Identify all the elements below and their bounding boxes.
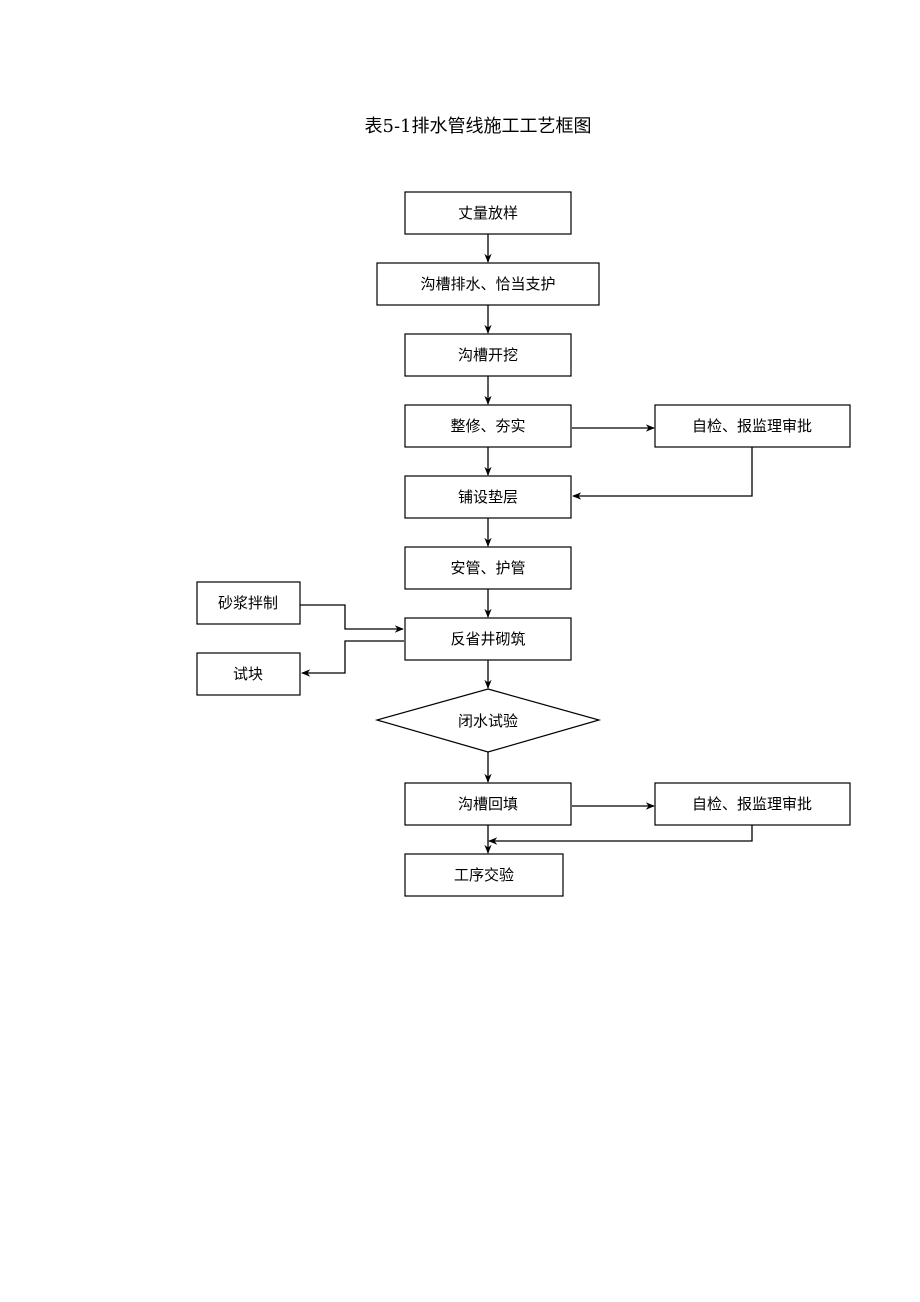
node-watertest: 闭水试验	[374, 688, 602, 753]
node-drainage: 沟槽排水、恰当支护	[376, 262, 600, 306]
node-backfill: 沟槽回填	[404, 782, 572, 826]
node-testblock: 试块	[196, 652, 301, 696]
edge-check2-handover	[488, 825, 753, 845]
node-bedding-label: 铺设垫层	[458, 488, 518, 506]
node-testblock-label: 试块	[233, 665, 263, 683]
node-check2: 自检、报监理审批	[654, 782, 851, 826]
edge-mortar-well	[300, 604, 404, 633]
node-check1-label: 自检、报监理审批	[692, 417, 812, 435]
edge-check1-bedding	[572, 447, 753, 500]
node-well: 反省井砌筑	[404, 617, 572, 661]
node-pipe: 安管、护管	[404, 546, 572, 590]
node-well-label: 反省井砌筑	[450, 630, 525, 648]
node-survey: 丈量放样	[404, 191, 572, 235]
node-survey-label: 丈量放样	[458, 204, 518, 222]
flowchart: 丈量放样 沟槽排水、恰当支护 沟槽开挖 整修、夯实 自检、报监理审批 铺设垫层 …	[196, 191, 851, 897]
edges	[300, 234, 753, 854]
node-drainage-label: 沟槽排水、恰当支护	[420, 275, 555, 293]
node-mortar-label: 砂浆拌制	[218, 594, 278, 612]
node-trim: 整修、夯实	[404, 404, 572, 448]
node-check2-label: 自检、报监理审批	[692, 795, 812, 813]
node-pipe-label: 安管、护管	[450, 559, 525, 577]
node-mortar: 砂浆拌制	[196, 581, 301, 625]
node-excavation-label: 沟槽开挖	[458, 346, 518, 364]
node-bedding: 铺设垫层	[404, 475, 572, 519]
node-handover-label: 工序交验	[454, 866, 514, 884]
node-watertest-label: 闭水试验	[458, 712, 518, 730]
node-excavation: 沟槽开挖	[404, 333, 572, 377]
node-check1: 自检、报监理审批	[654, 404, 851, 448]
node-trim-label: 整修、夯实	[450, 417, 525, 435]
node-backfill-label: 沟槽回填	[458, 795, 518, 813]
node-handover: 工序交验	[404, 853, 564, 897]
edge-well-testblock	[301, 640, 404, 677]
